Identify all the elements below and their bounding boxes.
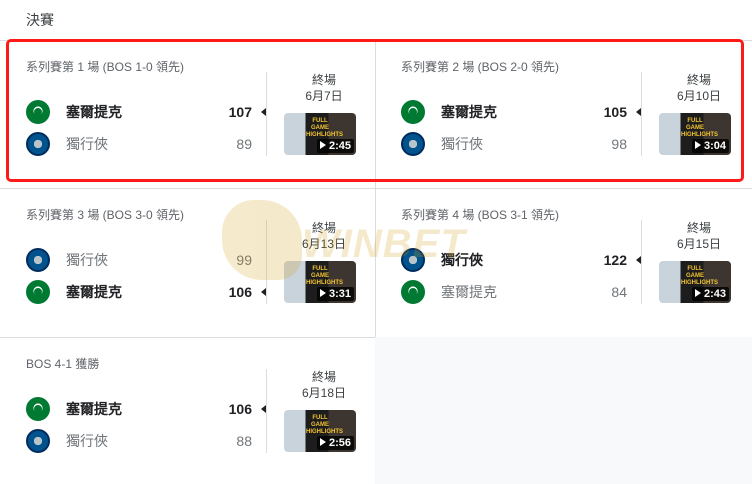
- celtics-logo-icon: [26, 280, 50, 304]
- mavericks-logo-icon: [401, 248, 425, 272]
- mavericks-logo-icon: [26, 429, 50, 453]
- empty-cell: [375, 337, 752, 484]
- game-card[interactable]: 系列賽第 3 場 (BOS 3-0 領先) 獨行俠 99 塞爾提克 106 終場…: [26, 206, 376, 346]
- celtics-logo-icon: [26, 397, 50, 421]
- team-score: 122: [603, 252, 627, 268]
- game-date: 6月18日: [301, 386, 347, 400]
- game-date: 6月15日: [676, 237, 722, 251]
- team-name: 獨行俠: [441, 252, 483, 268]
- video-duration: 3:31: [316, 287, 354, 301]
- series-status: BOS 4-1 獲勝: [26, 357, 100, 371]
- thumbnail-banner: FULL GAME HIGHLIGHTS: [681, 266, 718, 286]
- final-label: 終場: [311, 221, 336, 235]
- play-icon: [694, 289, 701, 297]
- team-row[interactable]: 塞爾提克 106: [26, 395, 266, 423]
- video-duration-text: 3:31: [328, 288, 351, 300]
- celtics-logo-icon: [401, 280, 425, 304]
- series-status: 系列賽第 3 場 (BOS 3-0 領先): [26, 208, 185, 222]
- card-divider: [266, 369, 267, 453]
- team-row[interactable]: 獨行俠 122: [401, 246, 641, 274]
- game-date: 6月13日: [301, 237, 347, 251]
- highlight-box: [6, 39, 744, 182]
- game-status: 終場 6月13日: [284, 220, 364, 252]
- team-score: 88: [236, 433, 252, 449]
- video-duration-text: 2:43: [703, 288, 726, 300]
- team-score: 84: [611, 284, 627, 300]
- thumbnail-banner: FULL GAME HIGHLIGHTS: [306, 266, 343, 286]
- game-status: 終場 6月18日: [284, 369, 364, 401]
- series-status: 系列賽第 4 場 (BOS 3-1 領先): [401, 208, 560, 222]
- game-status: 終場 6月15日: [659, 220, 739, 252]
- mavericks-logo-icon: [26, 248, 50, 272]
- team-name: 獨行俠: [66, 252, 108, 268]
- final-label: 終場: [686, 221, 711, 235]
- thumbnail-banner: FULL GAME HIGHLIGHTS: [306, 415, 343, 435]
- highlights-video-thumbnail[interactable]: FULL GAME HIGHLIGHTS 2:43: [659, 261, 731, 303]
- section-title: 決賽: [26, 12, 54, 28]
- team-row[interactable]: 塞爾提克 84: [401, 278, 641, 306]
- play-icon: [319, 289, 326, 297]
- game-card[interactable]: 系列賽第 4 場 (BOS 3-1 領先) 獨行俠 122 塞爾提克 84 終場…: [401, 206, 751, 346]
- highlights-video-thumbnail[interactable]: FULL GAME HIGHLIGHTS 2:56: [284, 410, 356, 452]
- team-name: 塞爾提克: [441, 284, 497, 300]
- card-divider: [641, 220, 642, 304]
- video-duration: 2:56: [316, 436, 354, 450]
- team-name: 獨行俠: [66, 433, 108, 449]
- team-row[interactable]: 塞爾提克 106: [26, 278, 266, 306]
- highlights-video-thumbnail[interactable]: FULL GAME HIGHLIGHTS 3:31: [284, 261, 356, 303]
- play-icon: [319, 438, 326, 446]
- team-row[interactable]: 獨行俠 88: [26, 427, 266, 455]
- team-name: 塞爾提克: [66, 284, 122, 300]
- team-score: 106: [228, 401, 252, 417]
- video-duration: 2:43: [691, 287, 729, 301]
- game-card[interactable]: BOS 4-1 獲勝 塞爾提克 106 獨行俠 88 終場 6月18日 FULL…: [26, 355, 376, 484]
- team-name: 塞爾提克: [66, 401, 122, 417]
- team-score: 106: [228, 284, 252, 300]
- video-duration-text: 2:56: [328, 437, 351, 449]
- final-label: 終場: [311, 370, 336, 384]
- card-divider: [266, 220, 267, 304]
- team-score: 99: [236, 252, 252, 268]
- team-row[interactable]: 獨行俠 99: [26, 246, 266, 274]
